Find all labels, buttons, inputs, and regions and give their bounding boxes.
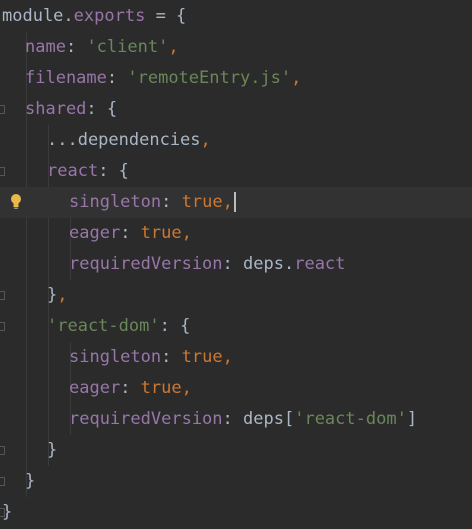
code-token: [ [283,409,295,429]
code-token: deps [243,409,284,429]
code-line[interactable]: } [0,497,472,528]
code-text: 'react-dom': { [47,311,190,342]
text-caret [233,192,236,212]
code-line[interactable]: react: { [0,156,472,187]
fold-marker-icon[interactable] [0,105,5,114]
code-token: exports [73,6,146,26]
code-text: } [25,466,35,497]
code-token: : [120,378,141,398]
code-text: shared: { [25,94,117,125]
code-token: . [63,6,74,26]
code-token: = { [145,6,187,26]
code-token: : [161,347,182,367]
code-token: eager [69,378,121,398]
code-line[interactable]: 'react-dom': { [0,311,472,342]
code-token: : { [159,316,191,336]
code-token: 'react-dom' [294,409,407,429]
fold-marker-icon[interactable] [0,291,5,300]
code-token: , [200,130,211,150]
code-token: , [57,285,68,305]
code-token: ] [406,409,418,429]
code-token: shared [25,99,87,119]
code-text: requiredVersion: deps['react-dom'] [69,404,417,435]
code-text: singleton: true, [69,342,233,373]
fold-marker-icon[interactable] [0,477,5,486]
code-line[interactable]: singleton: true, [0,187,472,218]
code-token: 'react-dom' [47,316,160,336]
code-text: name: 'client', [25,32,179,63]
code-line[interactable]: singleton: true, [0,342,472,373]
fold-marker-icon[interactable] [0,446,5,455]
code-text: eager: true, [69,218,192,249]
code-token: singleton [69,192,162,212]
code-line[interactable]: name: 'client', [0,32,472,63]
code-editor[interactable]: module.exports = {name: 'client', filenam… [0,0,472,529]
code-token: 'client' [86,37,169,57]
code-token: module [2,6,64,26]
code-token: } [25,471,36,491]
code-token: true [140,223,182,243]
code-line[interactable]: } [0,435,472,466]
code-text: module.exports = { [2,1,186,32]
code-token: requiredVersion [69,409,223,429]
code-token: true [140,378,182,398]
code-token: , [222,192,233,212]
fold-marker-icon[interactable] [0,167,5,176]
code-text: requiredVersion: deps.react [69,249,345,280]
code-token: : [120,223,141,243]
code-text: filename: 'remoteEntry.js', [25,63,301,94]
code-token: true [181,347,223,367]
code-line[interactable]: filename: 'remoteEntry.js', [0,63,472,94]
code-token: , [291,68,302,88]
code-token: true [181,192,223,212]
code-line[interactable]: module.exports = { [0,1,472,32]
code-token: react [47,161,99,181]
code-token: name [25,37,66,57]
code-token: . [283,254,295,274]
code-token: : [222,409,244,429]
code-token: } [47,440,58,460]
code-token: : [161,192,182,212]
code-token: , [181,378,192,398]
code-line[interactable]: } [0,466,472,497]
code-text: singleton: true, [69,187,236,218]
code-line[interactable]: shared: { [0,94,472,125]
code-token: react [294,254,346,274]
code-token: , [222,347,233,367]
code-line[interactable]: requiredVersion: deps['react-dom'] [0,404,472,435]
code-token: : { [86,99,118,119]
fold-marker-icon[interactable] [0,322,5,331]
code-token: , [181,223,192,243]
code-token: eager [69,223,121,243]
code-token: : [106,68,128,88]
code-text: eager: true, [69,373,192,404]
code-text: ...dependencies, [47,125,211,156]
code-token: filename [25,68,107,88]
code-line[interactable]: eager: true, [0,218,472,249]
code-token: : { [98,161,129,181]
code-line[interactable]: requiredVersion: deps.react [0,249,472,280]
code-token: ...dependencies [47,130,201,150]
code-line[interactable]: ...dependencies, [0,125,472,156]
code-text: }, [47,280,68,311]
fold-marker-icon[interactable] [0,508,5,517]
code-line[interactable]: }, [0,280,472,311]
code-token: requiredVersion [69,254,223,274]
code-token: : [222,254,244,274]
code-token: 'remoteEntry.js' [127,68,292,88]
code-token: singleton [69,347,162,367]
code-text: } [47,435,57,466]
code-token: , [168,37,179,57]
code-line[interactable]: eager: true, [0,373,472,404]
code-token: } [47,285,58,305]
lightbulb-icon[interactable] [10,194,22,210]
code-text: react: { [47,156,129,187]
code-token: : [65,37,87,57]
code-token: deps [243,254,284,274]
